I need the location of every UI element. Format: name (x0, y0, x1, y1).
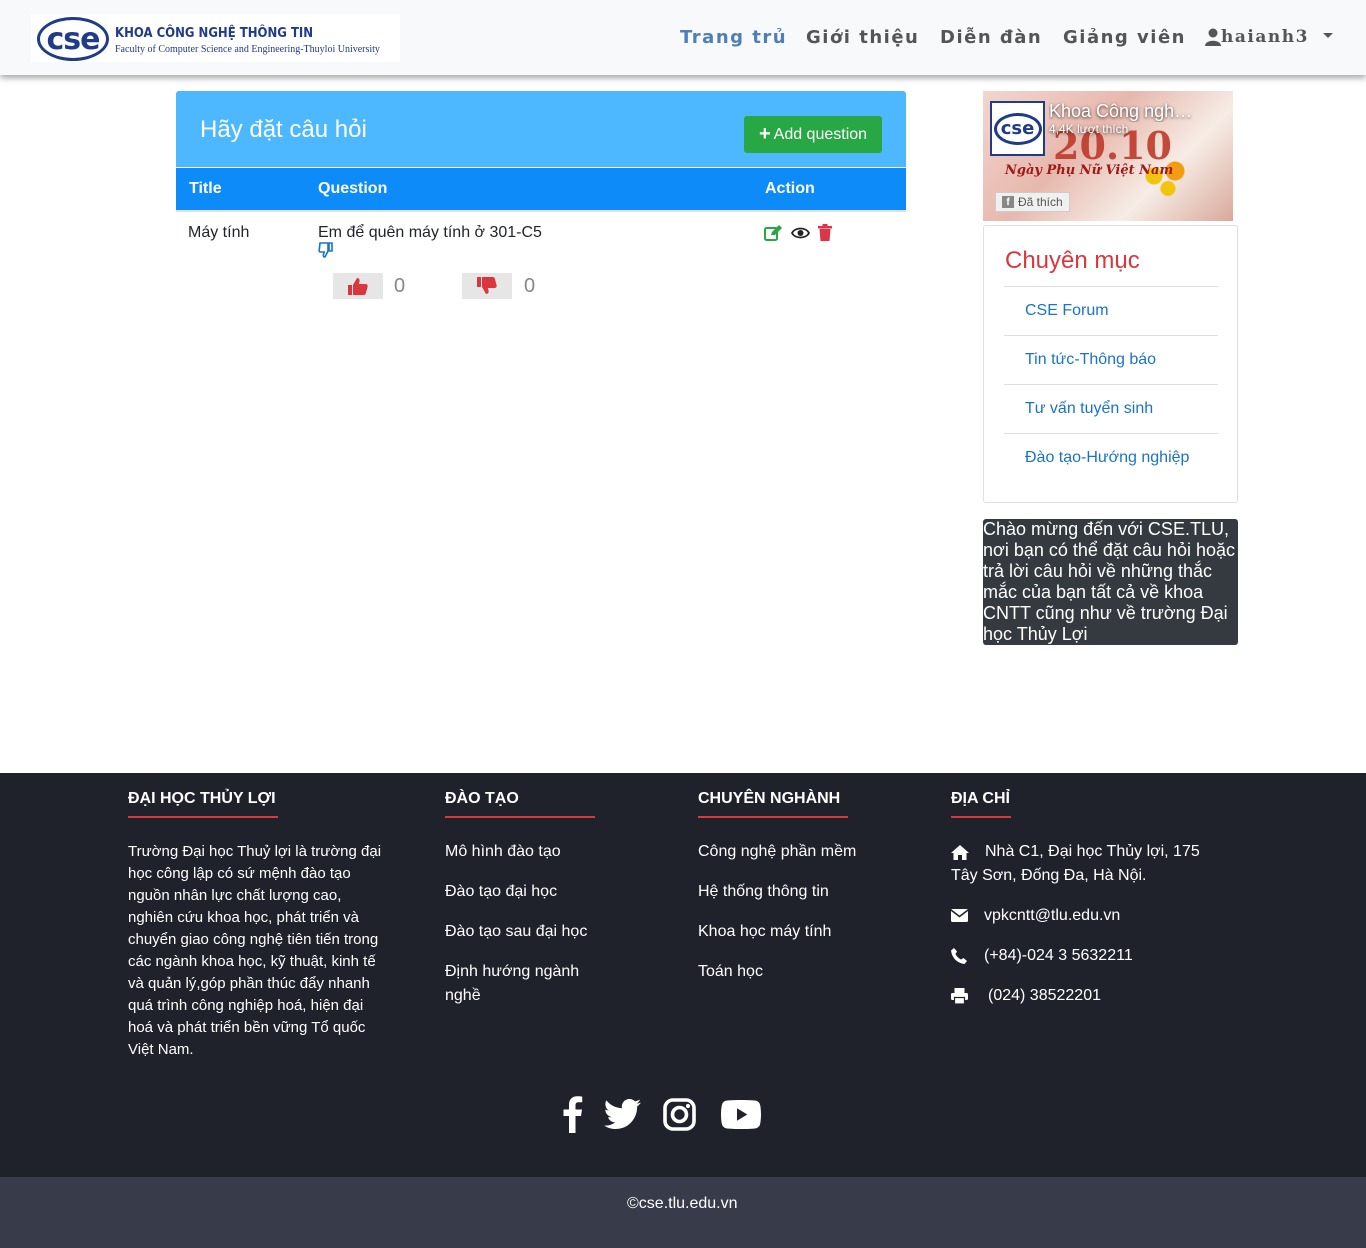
thumbs-down-icon (477, 277, 497, 294)
footer-link-undergraduate[interactable]: Đào tạo đại học (445, 880, 557, 904)
dislike-button[interactable] (462, 273, 512, 299)
facebook-page-widget[interactable]: 20.10 Ngày Phụ Nữ Việt Nam cse Khoa Công… (983, 91, 1233, 221)
fb-page-name[interactable]: Khoa Công nghệ Thông tin (1049, 101, 1199, 122)
column-action: Action (765, 180, 815, 197)
divider (1004, 286, 1218, 287)
chevron-down-icon (1322, 32, 1333, 38)
copyright-text: ©cse.tlu.edu.vn (627, 1195, 738, 1212)
thumbs-down-outline-icon[interactable] (318, 242, 333, 258)
footer-link-software[interactable]: Công nghệ phần mềm (698, 840, 856, 864)
logo-title: KHOA CÔNG NGHỆ THÔNG TIN (115, 26, 314, 41)
phone-icon (951, 948, 967, 964)
nav-forum[interactable]: Diễn đàn (940, 27, 1042, 48)
address-text: Nhà C1, Đại học Thủy lợi, 175 Tây Sơn, Đ… (951, 843, 1200, 884)
footer-link-computer-science[interactable]: Khoa học máy tính (698, 920, 831, 944)
username: haianh3 (1221, 27, 1309, 47)
fb-liked-button[interactable]: f Đã thích (995, 192, 1070, 212)
footer-link-postgraduate[interactable]: Đào tạo sau đại học (445, 920, 587, 944)
footer-link-mathematics[interactable]: Toán học (698, 960, 763, 984)
envelope-icon (951, 909, 968, 922)
fb-like-count: 4,4K lượt thích (1049, 122, 1129, 136)
heading-underline (698, 816, 848, 818)
fax-text: (024) 38522201 (988, 987, 1101, 1004)
facebook-icon: f (1002, 196, 1014, 208)
table-divider (176, 210, 906, 212)
user-menu[interactable]: haianh3 (1205, 27, 1333, 47)
footer-link-career[interactable]: Định hướng ngành nghề (445, 960, 605, 1008)
like-button[interactable] (333, 273, 383, 299)
fb-banner-caption: Ngày Phụ Nữ Việt Nam (1005, 163, 1174, 178)
eye-icon[interactable] (791, 226, 810, 240)
column-title: Title (189, 180, 222, 197)
heading-underline (128, 816, 278, 818)
divider (1004, 433, 1218, 434)
logo-text: KHOA CÔNG NGHỆ THÔNG TIN Faculty of Comp… (115, 26, 380, 55)
category-news[interactable]: Tin tức-Thông báo (1025, 351, 1156, 369)
plus-icon: + (758, 123, 771, 145)
like-count: 0 (394, 275, 406, 297)
divider (1004, 335, 1218, 336)
dislike-count: 0 (524, 275, 536, 297)
social-links (560, 1095, 761, 1133)
edit-icon[interactable] (764, 224, 783, 241)
instagram-icon[interactable] (663, 1097, 696, 1131)
youtube-icon[interactable] (721, 1099, 761, 1129)
email-text[interactable]: vpkcntt@tlu.edu.vn (984, 904, 1120, 928)
phone-text[interactable]: (+84)-024 3 5632211 (984, 944, 1133, 968)
divider (1004, 384, 1218, 385)
cse-logo-mark: cse (37, 17, 109, 61)
heading-underline (951, 816, 1011, 818)
add-question-label: Add question (773, 125, 868, 143)
category-cse-forum[interactable]: CSE Forum (1025, 302, 1109, 320)
thumbs-up-icon (348, 278, 368, 295)
fb-avatar-mark: cse (993, 112, 1042, 145)
printer-icon (951, 988, 968, 1004)
row-title: Máy tính (188, 224, 250, 241)
nav-about[interactable]: Giới thiệu (806, 27, 919, 48)
logo-subtitle: Faculty of Computer Science and Engineer… (115, 44, 380, 55)
questions-card-header: Hãy đặt câu hỏi + Add question (176, 91, 906, 167)
fb-liked-label: Đã thích (1018, 195, 1063, 209)
categories-title: Chuyên mục (1005, 247, 1140, 274)
university-description: Trường Đại học Thuỷ lợi là trường đại họ… (128, 843, 382, 1058)
footer-link-training-model[interactable]: Mô hình đào tạo (445, 840, 561, 864)
navbar: cse KHOA CÔNG NGHỆ THÔNG TIN Faculty of … (0, 0, 1366, 75)
page-title: Hãy đặt câu hỏi (200, 116, 367, 143)
footer-link-information-systems[interactable]: Hệ thống thông tin (698, 880, 829, 904)
facebook-icon[interactable] (560, 1095, 584, 1133)
footer-heading-university: ĐẠI HỌC THỦY LỢI (128, 790, 276, 807)
row-question[interactable]: Em để quên máy tính ở 301-C5 (318, 224, 542, 242)
user-icon (1205, 28, 1221, 46)
footer: ĐẠI HỌC THỦY LỢI Trường Đại học Thuỷ lợi… (0, 773, 1366, 1177)
heading-underline (445, 816, 595, 818)
category-admission[interactable]: Tư vấn tuyển sinh (1025, 400, 1153, 418)
add-question-button[interactable]: + Add question (744, 116, 882, 153)
nav-home[interactable]: Trang trủ (680, 27, 787, 48)
footer-heading-training: ĐÀO TẠO (445, 790, 519, 807)
column-question: Question (318, 180, 388, 197)
row-actions (764, 224, 832, 241)
fb-page-avatar: cse (990, 101, 1045, 156)
table-header: Title Question Action (176, 168, 906, 210)
category-training[interactable]: Đào tạo-Hướng nghiệp (1025, 449, 1189, 467)
categories-panel: Chuyên mục CSE Forum Tin tức-Thông báo T… (983, 225, 1238, 503)
twitter-icon[interactable] (604, 1099, 641, 1129)
footer-heading-address: ĐỊA CHỈ (951, 790, 1010, 807)
trash-icon[interactable] (818, 224, 832, 241)
footer-heading-majors: CHUYÊN NGHÀNH (698, 790, 841, 807)
welcome-message: Chào mừng đến với CSE.TLU, nơi bạn có th… (983, 519, 1238, 645)
site-logo[interactable]: cse KHOA CÔNG NGHỆ THÔNG TIN Faculty of … (31, 14, 400, 62)
nav-lecturers[interactable]: Giảng viên (1063, 27, 1186, 48)
copyright-bar: ©cse.tlu.edu.vn (0, 1177, 1366, 1248)
